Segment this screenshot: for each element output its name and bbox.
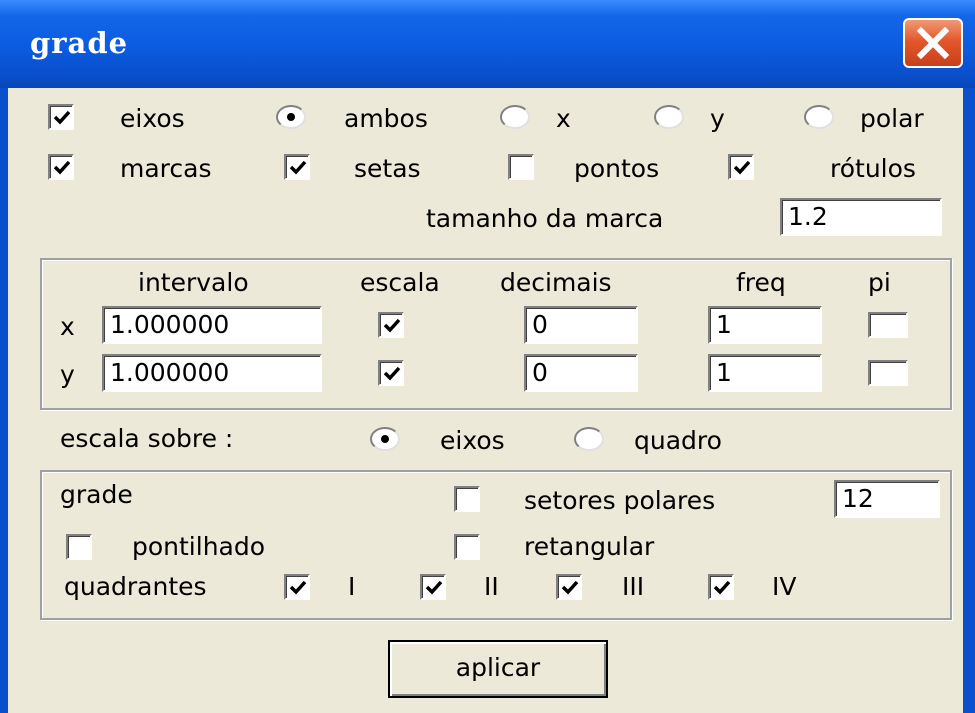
setores-polares-label: setores polares — [524, 486, 716, 515]
checkmark-icon — [425, 580, 443, 595]
header-intervalo: intervalo — [138, 268, 249, 297]
y-freq-input[interactable]: 1 — [708, 354, 822, 392]
quadrant-III-checkbox[interactable] — [556, 574, 582, 600]
window-frame-left — [0, 88, 8, 713]
header-pi: pi — [868, 268, 891, 297]
checkmark-icon — [53, 160, 71, 175]
dialog-client-area: eixos ambos x y polar marcas setas ponto… — [8, 88, 963, 713]
x-pi-checkbox[interactable] — [868, 312, 908, 338]
checkmark-icon — [733, 160, 751, 175]
tick-size-label: tamanho da marca — [426, 204, 664, 233]
setas-label: setas — [354, 154, 421, 183]
window-frame-right — [963, 88, 975, 713]
quadrant-IV-checkbox[interactable] — [708, 574, 734, 600]
radio-selected-dot — [287, 113, 295, 121]
quadrant-IV-label: IV — [772, 572, 797, 601]
axis-x-label: x — [60, 312, 75, 341]
radio-scale-quadro[interactable] — [574, 427, 604, 451]
quadrantes-label: quadrantes — [64, 572, 207, 601]
radio-ambos[interactable] — [276, 105, 306, 129]
quadrant-III-label: III — [622, 572, 645, 601]
x-decimais-input[interactable]: 0 — [524, 306, 638, 344]
quadrant-II-label: II — [484, 572, 499, 601]
radio-y[interactable] — [654, 105, 684, 129]
eixos-checkbox[interactable] — [48, 104, 74, 130]
setores-polares-checkbox[interactable] — [454, 486, 480, 512]
checkmark-icon — [713, 580, 731, 595]
checkmark-icon — [383, 318, 401, 333]
rotulos-checkbox[interactable] — [728, 154, 754, 180]
pontilhado-checkbox[interactable] — [66, 534, 92, 560]
grid-label: grade — [60, 480, 133, 509]
quadrant-II-checkbox[interactable] — [420, 574, 446, 600]
dialog-window: grade eixos ambos x y polar marcas setas… — [0, 0, 975, 713]
apply-button[interactable]: aplicar — [388, 640, 608, 698]
pontos-checkbox[interactable] — [508, 154, 534, 180]
checkmark-icon — [289, 580, 307, 595]
checkmark-icon — [289, 160, 307, 175]
pontilhado-label: pontilhado — [132, 532, 266, 561]
radio-x[interactable] — [500, 105, 530, 129]
close-icon — [916, 27, 950, 59]
radio-ambos-label: ambos — [344, 104, 428, 133]
radio-polar-label: polar — [860, 104, 924, 133]
marcas-checkbox[interactable] — [48, 154, 74, 180]
tick-size-input[interactable]: 1.2 — [780, 198, 942, 236]
header-escala: escala — [360, 268, 440, 297]
retangular-label: retangular — [524, 532, 655, 561]
radio-scale-eixos-label: eixos — [440, 426, 505, 455]
setas-checkbox[interactable] — [284, 154, 310, 180]
quadrant-I-label: I — [348, 572, 356, 601]
scale-on-label: escala sobre : — [60, 424, 234, 453]
y-escala-checkbox[interactable] — [378, 360, 404, 386]
marcas-label: marcas — [120, 154, 212, 183]
axis-y-label: y — [60, 360, 75, 389]
radio-scale-quadro-label: quadro — [634, 426, 722, 455]
header-decimais: decimais — [500, 268, 612, 297]
header-freq: freq — [736, 268, 786, 297]
retangular-checkbox[interactable] — [454, 534, 480, 560]
y-decimais-input[interactable]: 0 — [524, 354, 638, 392]
radio-y-label: y — [710, 104, 725, 133]
eixos-label: eixos — [120, 104, 185, 133]
title-bar[interactable]: grade — [0, 0, 975, 88]
x-escala-checkbox[interactable] — [378, 312, 404, 338]
radio-polar[interactable] — [804, 105, 834, 129]
quadrant-I-checkbox[interactable] — [284, 574, 310, 600]
x-intervalo-input[interactable]: 1.000000 — [102, 306, 322, 344]
x-freq-input[interactable]: 1 — [708, 306, 822, 344]
close-button[interactable] — [903, 18, 963, 68]
pontos-label: pontos — [574, 154, 660, 183]
y-intervalo-input[interactable]: 1.000000 — [102, 354, 322, 392]
window-title: grade — [30, 26, 129, 60]
setores-polares-input[interactable]: 12 — [834, 480, 940, 518]
radio-selected-dot — [381, 435, 389, 443]
radio-x-label: x — [556, 104, 571, 133]
rotulos-label: rótulos — [830, 154, 916, 183]
checkmark-icon — [561, 580, 579, 595]
y-pi-checkbox[interactable] — [868, 360, 908, 386]
radio-scale-eixos[interactable] — [370, 427, 400, 451]
checkmark-icon — [53, 110, 71, 125]
checkmark-icon — [383, 366, 401, 381]
